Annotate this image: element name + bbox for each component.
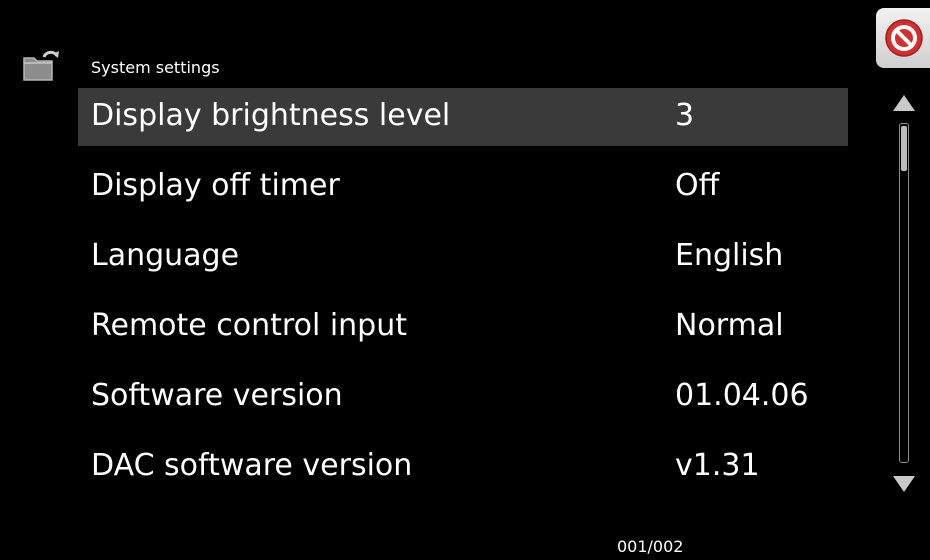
scroll-down-button[interactable]: [891, 474, 917, 498]
triangle-up-icon: [893, 95, 915, 111]
setting-value: 3: [675, 98, 695, 133]
setting-label: DAC software version: [91, 448, 413, 483]
setting-label: Display off timer: [91, 168, 340, 203]
scroll-up-button[interactable]: [891, 93, 917, 117]
setting-value: v1.31: [675, 448, 760, 483]
setting-value: 01.04.06: [675, 378, 809, 413]
setting-label: Language: [91, 238, 240, 273]
setting-value: Off: [675, 168, 720, 203]
triangle-down-icon: [893, 476, 915, 492]
folder-back-icon: [23, 50, 59, 81]
setting-value: English: [675, 238, 784, 273]
page-title: System settings: [91, 58, 220, 77]
setting-label: Software version: [91, 378, 343, 413]
setting-value: Normal: [675, 308, 784, 343]
scrollbar[interactable]: [899, 123, 909, 463]
setting-row-remote-control-input[interactable]: Remote control input Normal: [78, 298, 848, 356]
setting-label: Remote control input: [91, 308, 407, 343]
setting-label: Display brightness level: [91, 98, 451, 133]
setting-row-display-brightness[interactable]: Display brightness level 3: [78, 88, 848, 146]
setting-row-software-version[interactable]: Software version 01.04.06: [78, 368, 848, 426]
close-button[interactable]: [876, 8, 930, 68]
setting-row-display-off-timer[interactable]: Display off timer Off: [78, 158, 848, 216]
setting-row-language[interactable]: Language English: [78, 228, 848, 286]
no-entry-icon: [885, 19, 923, 57]
settings-list: Display brightness level 3 Display off t…: [78, 88, 848, 508]
scrollbar-thumb[interactable]: [901, 126, 907, 171]
setting-row-dac-software-version[interactable]: DAC software version v1.31: [78, 438, 848, 496]
page-indicator: 001/002: [617, 537, 684, 556]
back-button[interactable]: [22, 50, 60, 82]
